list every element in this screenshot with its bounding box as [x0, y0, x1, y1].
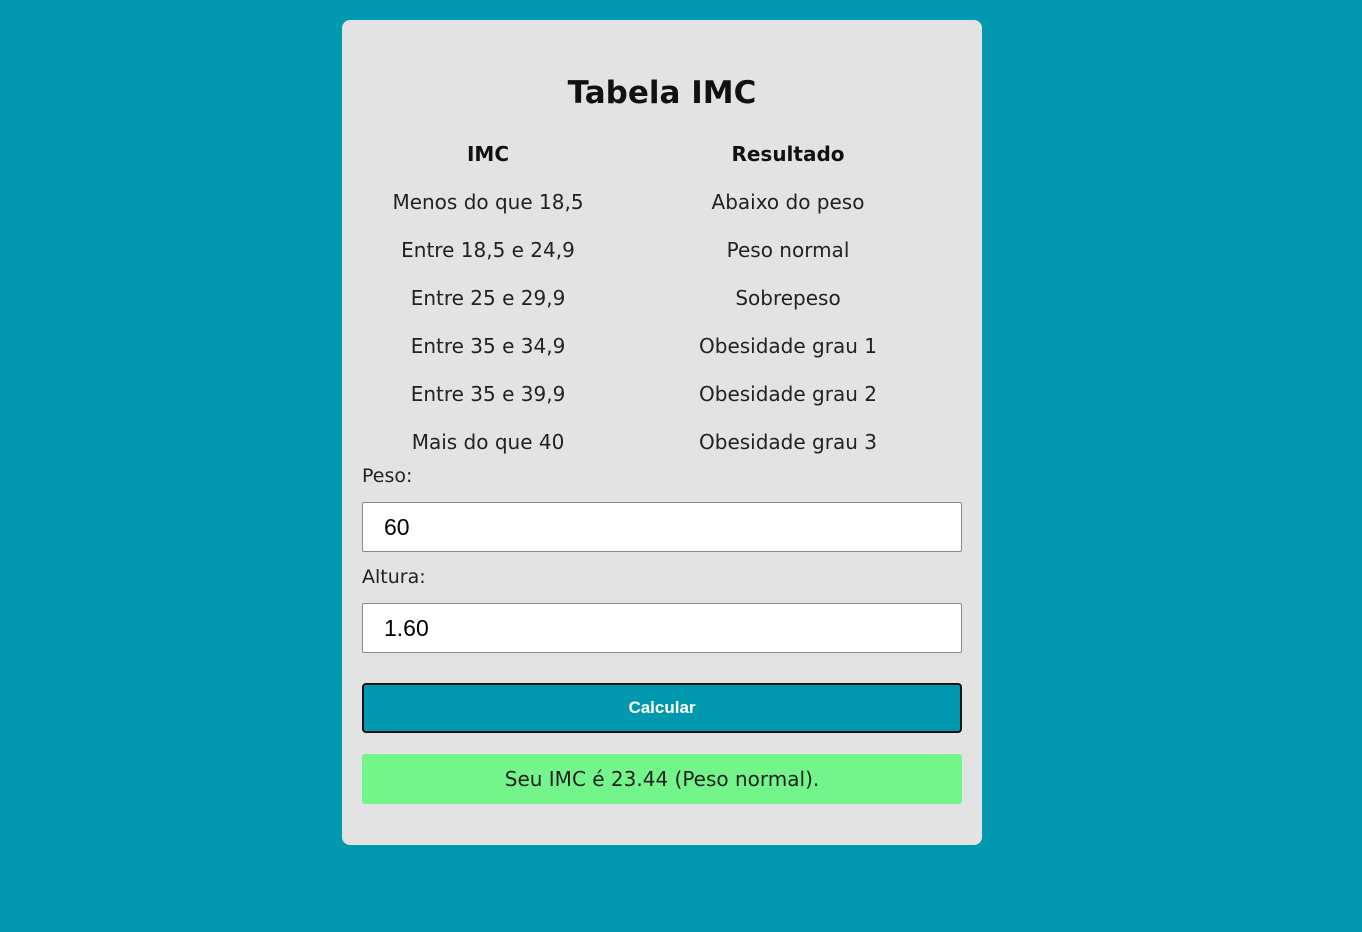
calcular-button[interactable]: Calcular [362, 683, 962, 733]
table-cell-resultado: Abaixo do peso [711, 190, 865, 214]
table-cell-imc: Mais do que 40 [411, 430, 565, 454]
table-row: Entre 25 e 29,9 Sobrepeso [362, 274, 962, 322]
table-row: Entre 35 e 39,9 Obesidade grau 2 [362, 370, 962, 418]
table-row: Entre 35 e 34,9 Obesidade grau 1 [362, 322, 962, 370]
imc-table: IMC Resultado Menos do que 18,5 Abaixo d… [362, 130, 962, 466]
table-cell-imc: Entre 25 e 29,9 [410, 286, 566, 310]
table-row: Mais do que 40 Obesidade grau 3 [362, 418, 962, 466]
column-header-resultado: Resultado [731, 142, 845, 166]
table-cell-imc: Entre 35 e 34,9 [410, 334, 566, 358]
result-message: Seu IMC é 23.44 (Peso normal). [362, 754, 962, 804]
table-row: Menos do que 18,5 Abaixo do peso [362, 178, 962, 226]
altura-label: Altura: [362, 566, 426, 588]
table-cell-resultado: Peso normal [726, 238, 850, 262]
table-cell-imc: Entre 18,5 e 24,9 [401, 238, 575, 262]
table-row: Entre 18,5 e 24,9 Peso normal [362, 226, 962, 274]
table-cell-imc: Entre 35 e 39,9 [410, 382, 566, 406]
peso-label: Peso: [362, 465, 413, 487]
table-cell-resultado: Obesidade grau 2 [699, 382, 877, 406]
table-cell-resultado: Obesidade grau 1 [699, 334, 877, 358]
table-header-row: IMC Resultado [362, 130, 962, 178]
peso-input[interactable] [362, 502, 962, 552]
altura-input[interactable] [362, 603, 962, 653]
column-header-imc: IMC [466, 142, 510, 166]
table-cell-resultado: Obesidade grau 3 [699, 430, 877, 454]
imc-card: Tabela IMC IMC Resultado Menos do que 18… [342, 20, 982, 845]
table-cell-resultado: Sobrepeso [735, 286, 841, 310]
page-title: Tabela IMC [567, 75, 757, 111]
table-cell-imc: Menos do que 18,5 [392, 190, 584, 214]
